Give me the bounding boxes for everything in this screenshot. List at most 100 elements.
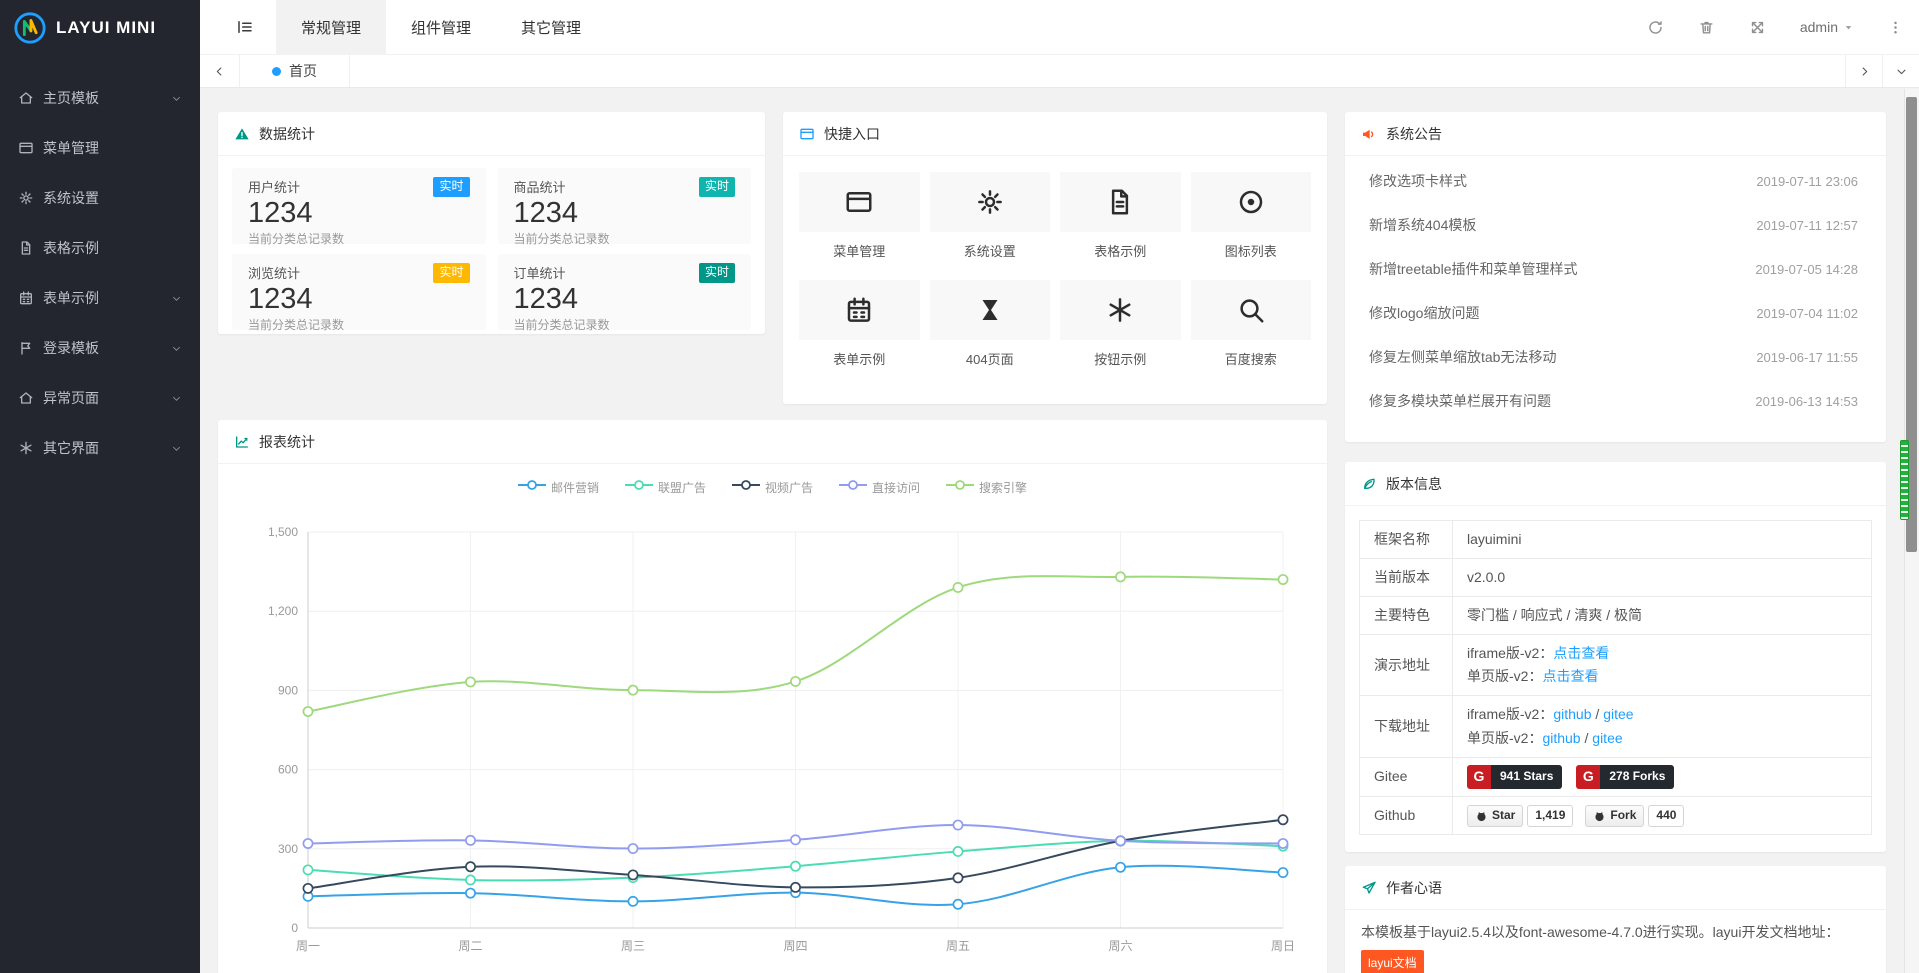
legend-item-邮件营销[interactable]: 邮件营销 (518, 478, 599, 496)
y-axis-tick: 1,500 (268, 525, 298, 539)
link-gitee[interactable]: gitee (1603, 706, 1633, 722)
report-panel-header: 报表统计 (218, 420, 1327, 464)
sidebar-item-label: 登录模板 (43, 338, 99, 358)
notice-date: 2019-06-13 14:53 (1755, 394, 1858, 409)
chart-legend: 邮件营销 联盟广告 视频广告 直接访问 搜索引擎 (218, 478, 1327, 496)
notice-text: 修复左侧菜单缩放tab无法移动 (1369, 347, 1556, 367)
link-github[interactable]: github (1553, 706, 1591, 722)
legend-marker-icon (946, 478, 974, 496)
refresh-icon[interactable] (1647, 19, 1664, 36)
quick-entries: 菜单管理系统设置表格示例图标列表表单示例404页面按钮示例百度搜索 (783, 156, 1327, 384)
notice-text: 新增系统404模板 (1369, 215, 1476, 235)
header-tab-3[interactable]: 其它管理 (496, 0, 606, 55)
value-text: / (1592, 706, 1604, 722)
github-star-button[interactable]: Star (1467, 805, 1523, 827)
tab-scroll-right-button[interactable] (1845, 55, 1882, 87)
version-row-value: G941 Stars G278 Forks (1453, 757, 1872, 796)
quick-entry-7[interactable]: 按钮示例 (1060, 280, 1181, 368)
header-tab-2[interactable]: 组件管理 (386, 0, 496, 55)
notice-text: 修改logo缩放问题 (1369, 303, 1479, 323)
x-axis-tick: 周三 (621, 939, 645, 953)
sidebar-item-4[interactable]: 表格示例 (0, 223, 200, 273)
notice-list-item[interactable]: 修复多模块菜单栏展开有问题2019-06-13 14:53 (1345, 379, 1886, 423)
report-line-chart: 03006009001,2001,500周一周二周三周四周五周六周日 (218, 510, 1327, 973)
sidebar-item-1[interactable]: 主页模板 (0, 73, 200, 123)
notice-date: 2019-07-11 12:57 (1756, 218, 1858, 233)
notice-text: 修改选项卡样式 (1369, 171, 1467, 191)
top-header: 常规管理组件管理其它管理 admin (200, 0, 1919, 55)
quick-entry-iconbox (1060, 172, 1181, 232)
github-count[interactable]: 440 (1648, 805, 1684, 827)
notice-date: 2019-07-11 23:06 (1756, 174, 1858, 189)
legend-item-视频广告[interactable]: 视频广告 (732, 478, 813, 496)
sidebar-item-6[interactable]: 登录模板 (0, 323, 200, 373)
quick-entry-2[interactable]: 系统设置 (930, 172, 1051, 260)
stats-cards: 用户统计实时1234当前分类总记录数商品统计实时1234当前分类总记录数浏览统计… (218, 156, 765, 342)
gitee-badge[interactable]: G278 Forks (1576, 765, 1674, 789)
legend-item-搜索引擎[interactable]: 搜索引擎 (946, 478, 1027, 496)
quick-entry-iconbox (1060, 280, 1181, 340)
version-panel: 版本信息框架名称layuimini当前版本v2.0.0主要特色零门槛 / 响应式… (1345, 462, 1886, 852)
active-tab-dot (272, 67, 281, 76)
sidebar-item-5[interactable]: 表单示例 (0, 273, 200, 323)
quick-entry-4[interactable]: 图标列表 (1191, 172, 1312, 260)
github-count[interactable]: 1,419 (1527, 805, 1573, 827)
chevron-down-icon (171, 393, 182, 404)
notice-list-item[interactable]: 修复左侧菜单缩放tab无法移动2019-06-17 11:55 (1345, 335, 1886, 379)
github-fork-button[interactable]: Fork (1585, 805, 1644, 827)
quick-entry-3[interactable]: 表格示例 (1060, 172, 1181, 260)
author-panel-header: 作者心语 (1345, 866, 1886, 910)
quick-entry-iconbox (1191, 280, 1312, 340)
link-gitee[interactable]: gitee (1592, 730, 1622, 746)
green-scroll-indicator[interactable] (1900, 440, 1909, 520)
stat-card: 订单统计实时1234当前分类总记录数 (498, 254, 752, 330)
version-row-label: 框架名称 (1360, 521, 1453, 559)
value-text: 单页版-v2： (1467, 668, 1542, 684)
scrollbar-track[interactable] (1904, 89, 1919, 973)
quick-entry-iconbox (930, 172, 1051, 232)
notice-list-item[interactable]: 新增treetable插件和菜单管理样式2019-07-05 14:28 (1345, 247, 1886, 291)
quick-entry-8[interactable]: 百度搜索 (1191, 280, 1312, 368)
notice-list-item[interactable]: 修改logo缩放问题 2019-07-04 11:02 (1345, 291, 1886, 335)
sidebar-item-8[interactable]: 其它界面 (0, 423, 200, 473)
notice-list-item[interactable]: 修改选项卡样式 2019-07-11 23:06 (1345, 159, 1886, 203)
fullscreen-icon[interactable] (1749, 19, 1766, 36)
tab-operations-dropdown[interactable] (1882, 55, 1919, 87)
stat-card-desc: 当前分类总记录数 (514, 230, 736, 247)
sidebar-item-3[interactable]: 系统设置 (0, 173, 200, 223)
more-menu-icon[interactable] (1888, 20, 1903, 35)
header-tab-1[interactable]: 常规管理 (276, 0, 386, 55)
legend-item-联盟广告[interactable]: 联盟广告 (625, 478, 706, 496)
notice-panel: 系统公告修改选项卡样式2019-07-11 23:06新增系统404模板2019… (1345, 112, 1886, 442)
version-row-value: Star1,419 Fork440 (1453, 796, 1872, 834)
layui-doc-badge[interactable]: layui文档 (1361, 950, 1424, 973)
quick-entry-1[interactable]: 菜单管理 (799, 172, 920, 260)
gitee-badge[interactable]: G941 Stars (1467, 765, 1562, 789)
gear-icon (18, 190, 34, 206)
quick-entry-5[interactable]: 表单示例 (799, 280, 920, 368)
author-intro-text: 本模板基于layui2.5.4以及font-awesome-4.7.0进行实现。… (1361, 922, 1870, 943)
link-github[interactable]: github (1542, 730, 1580, 746)
legend-item-直接访问[interactable]: 直接访问 (839, 478, 920, 496)
notice-date: 2019-07-04 11:02 (1756, 306, 1858, 321)
menu-fold-icon[interactable] (236, 18, 254, 36)
clear-cache-icon[interactable] (1698, 19, 1715, 36)
link-点击查看[interactable]: 点击查看 (1553, 645, 1609, 661)
sidebar-item-7[interactable]: 异常页面 (0, 373, 200, 423)
quick-entry-label: 表格示例 (1060, 241, 1181, 260)
stat-card-top: 订单统计实时 (514, 263, 736, 283)
author-panel-title: 作者心语 (1386, 878, 1442, 898)
link-点击查看[interactable]: 点击查看 (1542, 668, 1598, 684)
value-text: / (1581, 730, 1593, 746)
quick-entry-6[interactable]: 404页面 (930, 280, 1051, 368)
tab-home[interactable]: 首页 (240, 55, 350, 87)
app-logo[interactable]: LAYUI MINI (0, 0, 200, 55)
user-menu[interactable]: admin (1800, 19, 1854, 35)
tab-scroll-left-button[interactable] (200, 55, 240, 87)
notice-list-item[interactable]: 新增系统404模板 2019-07-11 12:57 (1345, 203, 1886, 247)
sidebar-item-label: 表格示例 (43, 238, 99, 258)
realtime-badge: 实时 (699, 263, 735, 283)
sidebar-item-2[interactable]: 菜单管理 (0, 123, 200, 173)
home-icon (18, 390, 34, 406)
chevron-down-icon (171, 93, 182, 104)
